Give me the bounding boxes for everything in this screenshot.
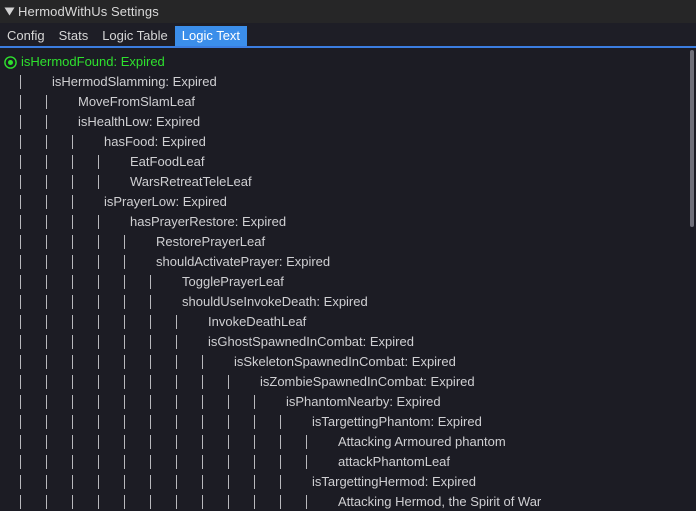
tree-node[interactable]: isZombieSpawnedInCombat: Expired — [0, 372, 696, 392]
tree-node[interactable]: RestorePrayerLeaf — [0, 232, 696, 252]
tree-node[interactable]: TogglePrayerLeaf — [0, 272, 696, 292]
tree-node-label: RestorePrayerLeaf — [156, 234, 266, 249]
tree-node-label: isPhantomNearby: Expired — [286, 394, 441, 409]
window-title: HermodWithUs Settings — [18, 4, 159, 19]
tree-node[interactable]: isHermodSlamming: Expired — [0, 72, 696, 92]
vertical-scrollbar-thumb[interactable] — [690, 50, 694, 227]
tree-node-label: TogglePrayerLeaf — [182, 274, 284, 289]
tree-node[interactable]: MoveFromSlamLeaf — [0, 92, 696, 112]
tree-node[interactable]: shouldUseInvokeDeath: Expired — [0, 292, 696, 312]
tab-logic-table[interactable]: Logic Table — [95, 26, 175, 46]
tree-node[interactable]: EatFoodLeaf — [0, 152, 696, 172]
settings-window: HermodWithUs Settings Config Stats Logic… — [0, 0, 696, 511]
tree-node-label: isZombieSpawnedInCombat: Expired — [260, 374, 475, 389]
tree-node[interactable]: InvokeDeathLeaf — [0, 312, 696, 332]
tree-node-label: isSkeletonSpawnedInCombat: Expired — [234, 354, 456, 369]
tree-node[interactable]: hasFood: Expired — [0, 132, 696, 152]
tree-node-label: hasFood: Expired — [104, 134, 206, 149]
tree-node-label: shouldUseInvokeDeath: Expired — [182, 294, 368, 309]
tab-bar: Config Stats Logic Table Logic Text — [0, 23, 696, 47]
tree-node-label: EatFoodLeaf — [130, 154, 205, 169]
tree-node-label: isPrayerLow: Expired — [104, 194, 227, 209]
triangle-down-icon[interactable] — [0, 0, 18, 23]
tree-node[interactable]: Attacking Hermod, the Spirit of War — [0, 492, 696, 511]
tab-logic-text[interactable]: Logic Text — [174, 26, 248, 46]
tree-node[interactable]: hasPrayerRestore: Expired — [0, 212, 696, 232]
tree-node-label: isHermodSlamming: Expired — [52, 74, 217, 89]
vertical-scrollbar-track[interactable] — [687, 48, 696, 511]
tree-node-label: InvokeDeathLeaf — [208, 314, 307, 329]
tree-node[interactable]: Attacking Armoured phantom — [0, 432, 696, 452]
tree-node[interactable]: attackPhantomLeaf — [0, 452, 696, 472]
tree-node-label: MoveFromSlamLeaf — [78, 94, 196, 109]
radio-selected-icon — [4, 56, 17, 69]
tree-node[interactable]: isTargettingPhantom: Expired — [0, 412, 696, 432]
tree-node-label: isHealthLow: Expired — [78, 114, 201, 129]
tree-node[interactable]: WarsRetreatTeleLeaf — [0, 172, 696, 192]
tree-node-label: hasPrayerRestore: Expired — [130, 214, 287, 229]
tree-node[interactable]: isPrayerLow: Expired — [0, 192, 696, 212]
tree-node-label: Attacking Armoured phantom — [338, 434, 506, 449]
tree-node[interactable]: shouldActivatePrayer: Expired — [0, 252, 696, 272]
tree-node-label: WarsRetreatTeleLeaf — [130, 174, 252, 189]
tree-root-node[interactable]: isHermodFound: Expired — [0, 52, 696, 72]
tree-node-label: isTargettingHermod: Expired — [312, 474, 477, 489]
tree-node[interactable]: isHealthLow: Expired — [0, 112, 696, 132]
logic-text-panel[interactable]: isHermodFound: Expired isHermodSlamming: … — [0, 48, 696, 511]
tree-node-label: attackPhantomLeaf — [338, 454, 451, 469]
tree-node[interactable]: isSkeletonSpawnedInCombat: Expired — [0, 352, 696, 372]
tree-node-label: shouldActivatePrayer: Expired — [156, 254, 331, 269]
window-titlebar: HermodWithUs Settings — [0, 0, 696, 23]
tab-stats[interactable]: Stats — [52, 26, 96, 46]
tree-node-label: isHermodFound: Expired — [21, 54, 165, 69]
behaviour-tree: isHermodFound: Expired isHermodSlamming: … — [0, 52, 696, 511]
tree-node-label: isTargettingPhantom: Expired — [312, 414, 482, 429]
tab-config[interactable]: Config — [0, 26, 52, 46]
tree-node[interactable]: isTargettingHermod: Expired — [0, 472, 696, 492]
tree-node[interactable]: isGhostSpawnedInCombat: Expired — [0, 332, 696, 352]
tree-node-label: isGhostSpawnedInCombat: Expired — [208, 334, 414, 349]
tree-node[interactable]: isPhantomNearby: Expired — [0, 392, 696, 412]
tree-node-label: Attacking Hermod, the Spirit of War — [338, 494, 542, 509]
